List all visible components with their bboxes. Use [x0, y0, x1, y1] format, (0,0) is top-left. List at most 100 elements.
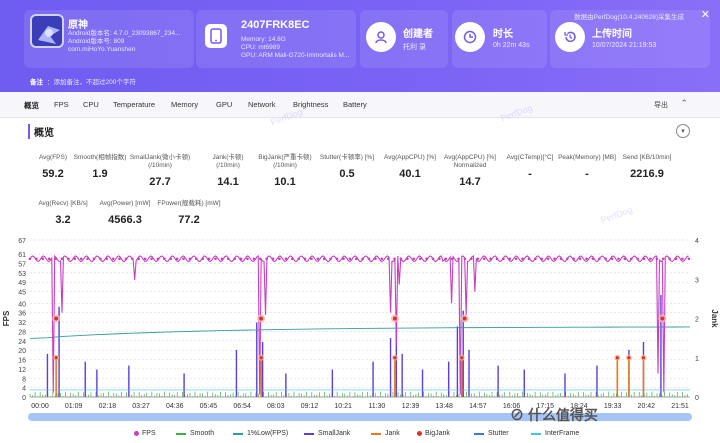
legend-item-bigjank[interactable]: BigJank — [417, 430, 450, 437]
fps-point — [156, 257, 160, 261]
close-icon[interactable]: ✕ — [701, 8, 710, 21]
remark-field[interactable]: 备注 ：添加备注，不超过200个字符 — [30, 76, 136, 86]
y-tick-label: 32 — [18, 320, 26, 327]
y-tick-label: 24 — [18, 339, 26, 346]
x-tick-label: 14:57 — [469, 403, 487, 410]
legend-item-interframe[interactable]: InterFrame — [531, 430, 579, 437]
jank-marker — [393, 356, 397, 360]
metric-value: 77.2 — [178, 214, 200, 226]
y-tick-label: 20 — [18, 348, 26, 355]
fps-point — [399, 257, 403, 261]
fps-point — [393, 257, 396, 261]
fps-point — [578, 257, 582, 261]
chevron-down-icon[interactable]: ▾ — [676, 124, 690, 138]
legend-label: BigJank — [425, 430, 450, 437]
x-tick-label: 12:39 — [402, 403, 420, 410]
tab-cpu[interactable]: CPU — [83, 100, 99, 109]
x-tick-label: 08:03 — [267, 403, 285, 410]
jank-marker — [627, 356, 631, 360]
data-source-note: 数据由PerfDog(10.4.240628)采集生成 — [574, 14, 684, 21]
fps-point — [386, 257, 390, 261]
fps-point — [540, 257, 544, 261]
fps-point — [233, 257, 236, 261]
fps-point — [195, 257, 198, 261]
fps-point — [335, 257, 339, 261]
fps-point — [668, 257, 671, 261]
low1-line — [29, 326, 691, 339]
metric-label: Send [KB/10min] — [622, 154, 672, 161]
fps-point — [457, 257, 460, 261]
fps-point — [163, 257, 166, 261]
x-tick-label: 05:45 — [200, 403, 218, 410]
fps-point — [99, 257, 102, 261]
fps-point — [226, 257, 230, 261]
legend-item-stutter[interactable]: Stutter — [474, 430, 509, 437]
fps-point — [546, 257, 550, 261]
x-tick-label: 04:36 — [166, 403, 184, 410]
fps-point — [489, 257, 492, 261]
metric-b-2: FPower(舰载耗) [mW] 77.2 — [151, 200, 227, 226]
fps-point — [514, 257, 518, 261]
fps-point — [508, 257, 512, 261]
fps-point — [310, 257, 313, 261]
fps-point — [137, 257, 141, 261]
fps-point — [220, 257, 224, 261]
fps-point — [527, 257, 531, 261]
fps-point — [105, 257, 109, 261]
x-tick-label: 03:27 — [132, 403, 150, 410]
duration-title: 时长 — [493, 29, 513, 40]
fps-point — [118, 257, 121, 261]
x-tick-label: 02:18 — [99, 403, 117, 410]
fps-point — [111, 257, 115, 261]
device-memory: Memory: 14.8G — [241, 36, 286, 43]
device-cpu: CPU: mt6989 — [241, 44, 281, 51]
fps-point — [41, 257, 45, 261]
chart-legend: FPS Smooth 1%Low(FPS) SmallJank Jank BigJank S… — [0, 427, 720, 441]
fps-point — [597, 257, 601, 261]
fps-point — [329, 257, 332, 261]
x-tick-label: 06:54 — [233, 403, 251, 410]
legend-item-smalljank[interactable]: SmallJank — [304, 430, 350, 437]
tab-fps[interactable]: FPS — [54, 100, 69, 109]
collapse-icon[interactable]: ⌃ — [680, 98, 688, 109]
fps-point — [418, 257, 422, 261]
tab-battery[interactable]: Battery — [343, 100, 367, 109]
fps-point — [687, 257, 691, 261]
creator-value: 托利 录 — [403, 44, 426, 51]
fps-point — [367, 257, 371, 261]
fps-point — [642, 257, 646, 261]
fps-point — [553, 257, 556, 261]
device-info: Memory: 14.8G CPU: mt6989 GPU: ARM Mali-… — [241, 36, 356, 60]
fps-point — [169, 257, 173, 261]
metric-value: 2216.9 — [630, 168, 664, 180]
tab-memory[interactable]: Memory — [171, 100, 198, 109]
tab-temperature[interactable]: Temperature — [113, 100, 155, 109]
export-button[interactable]: 导出 — [654, 100, 668, 110]
legend-swatch — [233, 432, 243, 435]
section-title: 概览 — [28, 124, 54, 139]
fps-point — [47, 257, 51, 261]
fps-point — [258, 257, 262, 261]
remark-placeholder[interactable]: 添加备注，不超过200个字符 — [54, 79, 136, 86]
fps-point — [182, 257, 185, 261]
legend-label: Jank — [385, 430, 400, 437]
fps-point — [86, 257, 89, 261]
legend-item-jank[interactable]: Jank — [371, 430, 400, 437]
fps-point — [623, 257, 627, 261]
y-tick-label: 28 — [18, 329, 26, 336]
legend-item-smooth[interactable]: Smooth — [176, 430, 214, 437]
fps-point — [143, 257, 147, 261]
tab-network[interactable]: Network — [248, 100, 276, 109]
legend-item-1-low-fps-[interactable]: 1%Low(FPS) — [233, 430, 288, 437]
tab-gpu[interactable]: GPU — [216, 100, 232, 109]
fps-point — [239, 257, 243, 261]
tab-overview[interactable]: 概览 — [24, 100, 39, 111]
bigjank-marker — [54, 316, 59, 321]
fps-point — [412, 257, 416, 261]
fps-point — [629, 257, 633, 261]
legend-item-fps[interactable]: FPS — [134, 430, 156, 437]
fps-point — [406, 257, 409, 261]
duration-value: 0h 22m 43s — [493, 42, 530, 49]
x-tick-label: 01:09 — [65, 403, 83, 410]
fps-point — [354, 257, 358, 261]
